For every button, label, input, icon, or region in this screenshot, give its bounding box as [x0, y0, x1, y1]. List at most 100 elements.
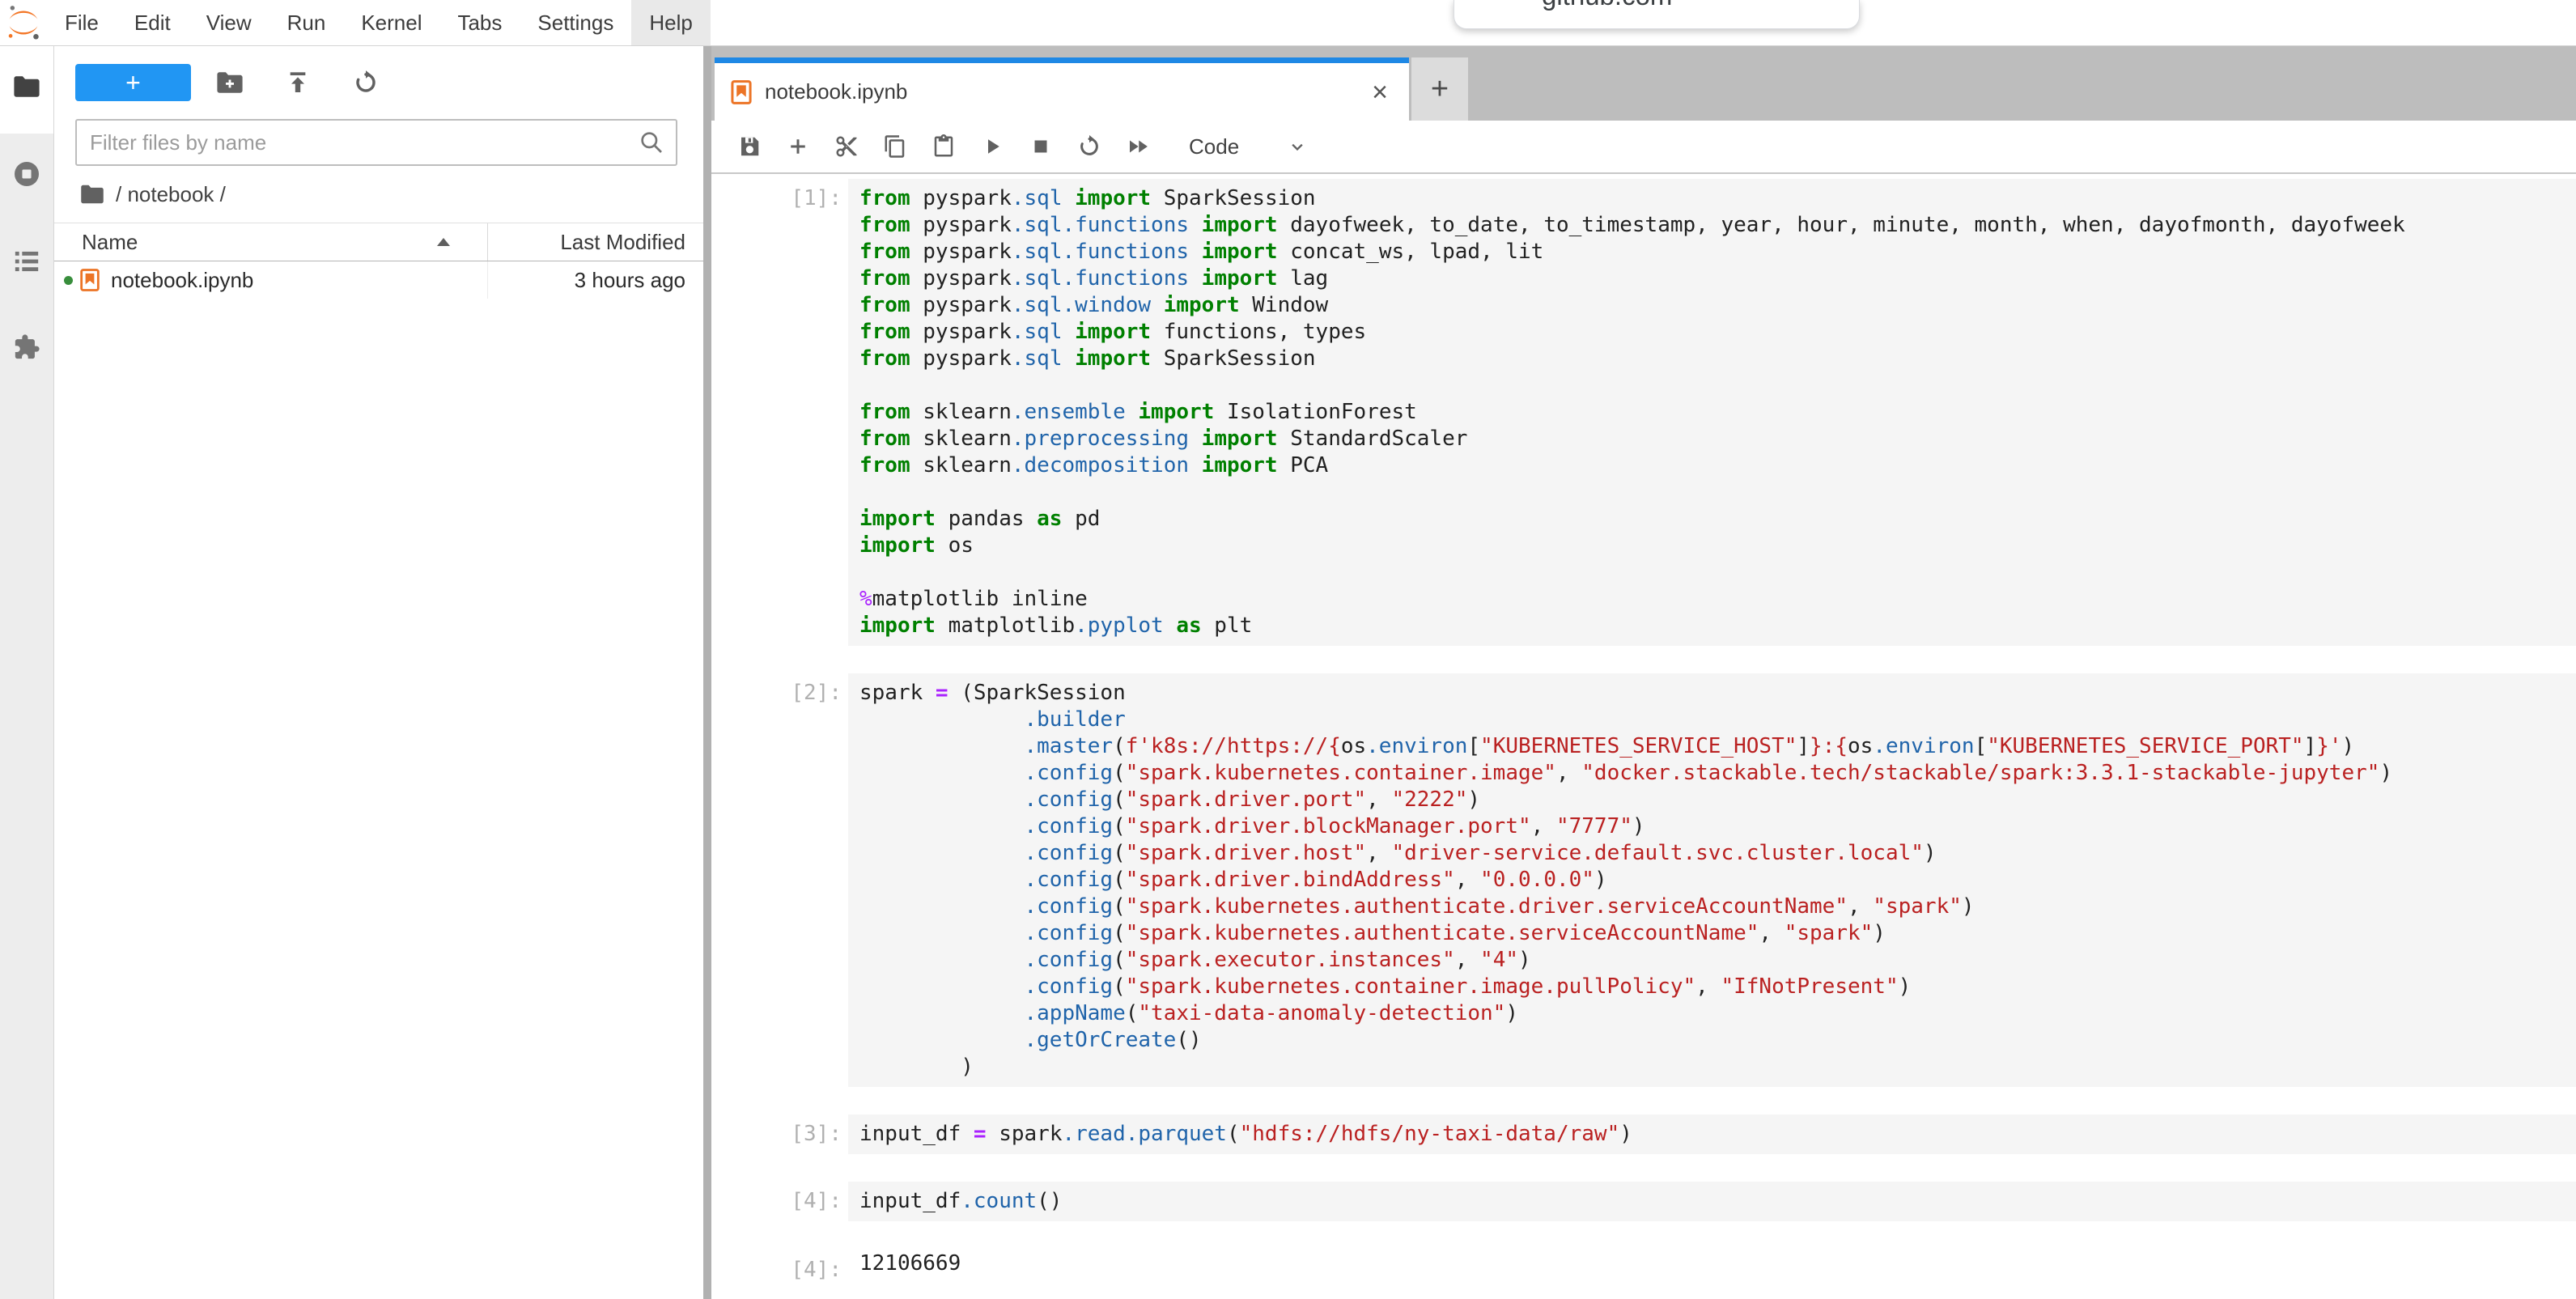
cell-input[interactable]: spark = (SparkSession .builder .master(f… — [848, 673, 2576, 1087]
code-line: .master(f'k8s://https://{os.environ["KUB… — [859, 733, 2576, 760]
tab-notebook[interactable]: notebook.ipynb × — [715, 57, 1409, 121]
add-tab-icon: + — [1431, 72, 1449, 107]
notebook-toolbar: Code — [711, 121, 2576, 174]
menu-item-run[interactable]: Run — [269, 0, 344, 45]
new-folder-button[interactable] — [212, 65, 248, 100]
running-kernels-tab[interactable] — [0, 155, 53, 193]
code-line: .getOrCreate() — [859, 1027, 2576, 1054]
restart-icon — [1077, 134, 1101, 159]
extensions-icon — [13, 333, 40, 361]
main-menu: File Edit View Run Kernel Tabs Settings … — [47, 0, 711, 45]
file-list-header: Name Last Modified — [54, 223, 703, 261]
cut-cells-button[interactable] — [831, 130, 862, 163]
copy-icon — [883, 134, 907, 159]
code-line: from pyspark.sql.functions import concat… — [859, 239, 2576, 265]
cell-input[interactable]: input_df = spark.read.parquet("hdfs://hd… — [848, 1114, 2576, 1154]
search-icon — [639, 129, 664, 159]
code-line: .appName("taxi-data-anomaly-detection") — [859, 1000, 2576, 1027]
plus-icon: + — [125, 70, 141, 96]
tab-title: notebook.ipynb — [765, 79, 907, 104]
code-line: .config("spark.kubernetes.container.imag… — [859, 760, 2576, 787]
menu-item-settings[interactable]: Settings — [520, 0, 631, 45]
menu-item-tabs[interactable]: Tabs — [439, 0, 520, 45]
new-tab-button[interactable]: + — [1411, 57, 1468, 121]
code-line: from pyspark.sql.window import Window — [859, 292, 2576, 319]
code-line: import pandas as pd — [859, 506, 2576, 533]
code-line: from pyspark.sql.functions import dayofw… — [859, 212, 2576, 239]
code-line: .config("spark.kubernetes.authenticate.s… — [859, 920, 2576, 947]
file-browser-toolbar: + — [54, 46, 703, 119]
new-launcher-button[interactable]: + — [75, 64, 191, 101]
stop-icon — [1029, 134, 1053, 159]
output-text: 12106669 — [848, 1250, 2576, 1284]
code-line: from sklearn.preprocessing import Standa… — [859, 426, 2576, 452]
code-line: import matplotlib.pyplot as plt — [859, 613, 2576, 639]
cell-prompt: [3]: — [711, 1114, 848, 1154]
dropdown-chevron-icon — [1286, 135, 1309, 158]
cell-type-dropdown[interactable]: Code — [1189, 134, 1309, 159]
code-line: .config("spark.kubernetes.container.imag… — [859, 974, 2576, 1000]
paste-icon — [932, 134, 956, 159]
code-line: .config("spark.driver.port", "2222") — [859, 787, 2576, 813]
code-line: from sklearn.ensemble import IsolationFo… — [859, 399, 2576, 426]
menu-item-file[interactable]: File — [47, 0, 117, 45]
cell-prompt: [1]: — [711, 179, 848, 646]
notebook-file-icon — [80, 269, 100, 291]
code-line: .config("spark.driver.host", "driver-ser… — [859, 840, 2576, 867]
interrupt-kernel-button[interactable] — [1025, 130, 1056, 163]
copy-cells-button[interactable] — [880, 130, 910, 163]
column-header-modified[interactable]: Last Modified — [488, 230, 703, 255]
paste-cells-button[interactable] — [928, 130, 959, 163]
tab-bar: notebook.ipynb × + — [711, 46, 2576, 121]
menu-item-help[interactable]: Help — [631, 0, 710, 45]
toc-icon — [13, 249, 40, 274]
refresh-button[interactable] — [348, 65, 384, 100]
running-dot — [64, 276, 73, 285]
run-icon — [980, 134, 1004, 159]
breadcrumb-path[interactable]: / notebook / — [116, 182, 226, 207]
files-icon — [13, 74, 40, 99]
running-icon — [12, 159, 41, 189]
table-of-contents-tab[interactable] — [0, 242, 53, 281]
code-line: from pyspark.sql.functions import lag — [859, 265, 2576, 292]
cell-input[interactable]: from pyspark.sql import SparkSessionfrom… — [848, 179, 2576, 646]
cell-prompt: [2]: — [711, 673, 848, 1087]
add-cell-button[interactable] — [783, 130, 813, 163]
code-line: spark = (SparkSession — [859, 680, 2576, 707]
upload-button[interactable] — [280, 65, 316, 100]
menu-item-edit[interactable]: Edit — [117, 0, 189, 45]
menu-item-view[interactable]: View — [189, 0, 269, 45]
cell-input[interactable]: input_df.count() — [848, 1182, 2576, 1221]
code-line — [859, 372, 2576, 399]
name-column-label: Name — [82, 230, 138, 255]
restart-run-all-button[interactable] — [1122, 130, 1153, 163]
extensions-tab[interactable] — [0, 328, 53, 367]
run-cell-button[interactable] — [977, 130, 1008, 163]
code-line: import os — [859, 533, 2576, 559]
menu-bar: File Edit View Run Kernel Tabs Settings … — [0, 0, 2576, 46]
save-button[interactable] — [734, 130, 765, 163]
code-line: .config("spark.driver.blockManager.port"… — [859, 813, 2576, 840]
breadcrumb: / notebook / — [54, 174, 703, 214]
run-all-icon — [1125, 134, 1151, 159]
restart-kernel-button[interactable] — [1074, 130, 1105, 163]
files-tab[interactable] — [0, 67, 53, 106]
code-line: input_df.count() — [859, 1188, 2576, 1215]
menu-item-kernel[interactable]: Kernel — [343, 0, 439, 45]
cell-prompt: [4]: — [711, 1182, 848, 1221]
home-folder-icon[interactable] — [80, 184, 104, 205]
code-line — [859, 559, 2576, 586]
panel-splitter[interactable] — [703, 46, 711, 1299]
file-modified: 3 hours ago — [488, 268, 703, 293]
upload-icon — [285, 70, 311, 96]
code-line: %matplotlib inline — [859, 586, 2576, 613]
cell-output: [4]:12106669 — [711, 1250, 2576, 1284]
column-header-name[interactable]: Name — [54, 223, 488, 261]
close-icon[interactable]: × — [1365, 79, 1394, 106]
notebook-cells: [1]:from pyspark.sql import SparkSession… — [711, 174, 2576, 1299]
code-line: .config("spark.driver.bindAddress", "0.0… — [859, 867, 2576, 894]
file-row[interactable]: notebook.ipynb 3 hours ago — [54, 261, 703, 299]
filter-files-input[interactable] — [75, 119, 677, 166]
browser-popup: github.com — [1454, 0, 1860, 29]
code-line: from sklearn.decomposition import PCA — [859, 452, 2576, 479]
